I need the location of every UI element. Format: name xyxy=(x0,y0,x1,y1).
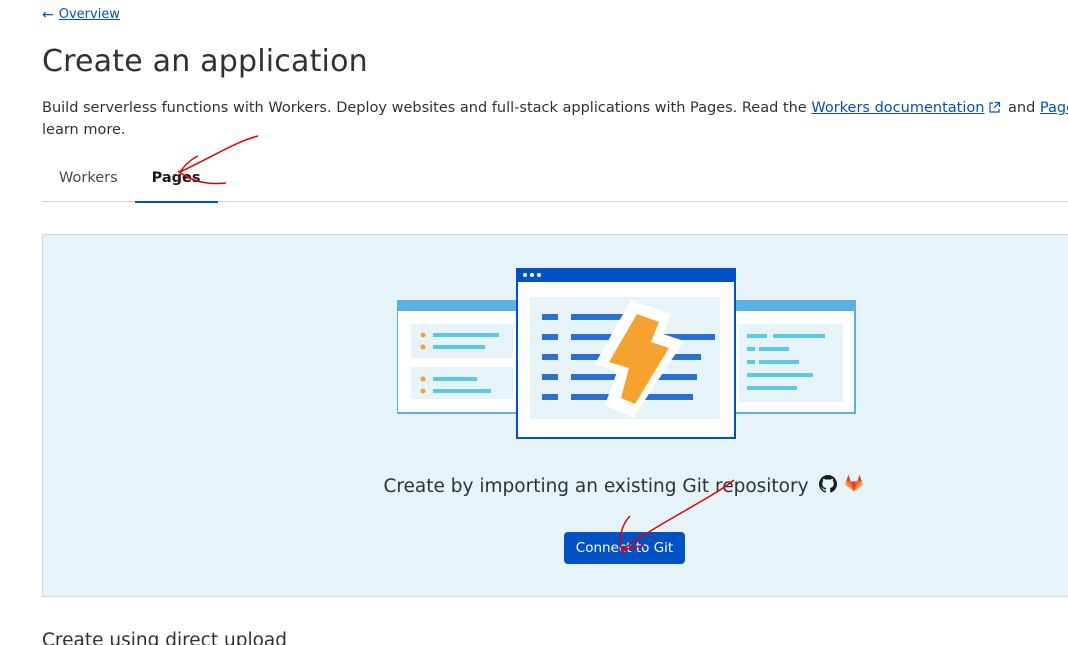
direct-upload-heading: Create using direct upload xyxy=(42,630,287,645)
tab-pages[interactable]: Pages xyxy=(134,158,218,203)
external-link-icon xyxy=(988,100,1001,120)
description-line2: learn more. xyxy=(42,122,126,138)
pages-documentation-link[interactable]: Pages documentation xyxy=(1040,100,1068,116)
git-import-heading: Create by importing an existing Git repo… xyxy=(383,475,809,497)
description-text: Build serverless functions with Workers.… xyxy=(42,100,812,116)
tab-bar: Workers Pages xyxy=(42,158,1068,203)
tab-workers[interactable]: Workers xyxy=(42,158,135,202)
pages-illustration xyxy=(397,268,856,439)
back-to-overview-link[interactable]: ← Overview xyxy=(42,7,120,22)
arrow-left-icon: ← xyxy=(42,6,54,23)
connect-to-git-button[interactable]: Connect to Git xyxy=(564,532,685,564)
gitlab-icon xyxy=(844,475,863,497)
page-title: Create an application xyxy=(42,44,368,79)
git-import-row: Create by importing an existing Git repo… xyxy=(43,475,1068,497)
description-and: and xyxy=(1003,100,1040,116)
back-link-label: Overview xyxy=(58,7,120,22)
workers-documentation-link[interactable]: Workers documentation xyxy=(811,100,984,116)
github-icon xyxy=(818,475,837,497)
git-import-panel: Create by importing an existing Git repo… xyxy=(42,234,1068,597)
page-description: Build serverless functions with Workers.… xyxy=(42,98,1068,140)
